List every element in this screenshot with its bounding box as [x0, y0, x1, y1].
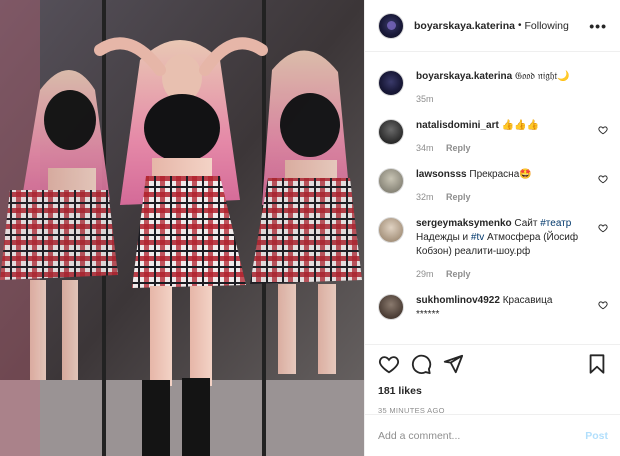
share-paper-plane-icon[interactable]	[442, 353, 464, 375]
like-heart-icon[interactable]	[378, 353, 400, 375]
separator-dot: •	[517, 20, 522, 31]
like-heart-icon[interactable]	[598, 174, 608, 184]
comment-text: 👍👍👍	[501, 120, 539, 131]
reply-button[interactable]: Reply	[446, 143, 471, 153]
caption-time[interactable]: 35m	[416, 94, 434, 104]
more-options-icon[interactable]: •••	[589, 18, 607, 34]
header-username[interactable]: boyarskaya.katerina	[414, 20, 515, 32]
hashtag-link[interactable]: #театр	[540, 218, 571, 229]
comment-text-pre: Сайт	[514, 218, 541, 229]
comment-avatar[interactable]	[378, 168, 404, 194]
post-header: boyarskaya.katerina • Following •••	[365, 0, 620, 52]
caption-body: boyarskaya.katerina 𝔊𝔬𝔬𝔡 𝔫𝔦𝔤𝔥𝔱🌙 35m	[416, 70, 596, 106]
comment-username[interactable]: natalisdomini_art	[416, 120, 499, 131]
list-item: sukhomlinov4922 Красавица ******	[378, 294, 608, 322]
caption-text: 𝔊𝔬𝔬𝔡 𝔫𝔦𝔤𝔥𝔱🌙	[514, 71, 570, 82]
comment-time[interactable]: 29m	[416, 269, 434, 279]
comment-body: sukhomlinov4922 Красавица ******	[416, 294, 596, 322]
follow-status[interactable]: Following	[525, 20, 569, 32]
post-actions: 181 likes 35 MINUTES AGO	[365, 344, 620, 415]
list-item: lawsonsss Прекрасна🤩 32m Reply	[378, 168, 608, 204]
comment-bubble-icon[interactable]	[410, 353, 432, 375]
comment-meta: 34m Reply	[416, 141, 596, 155]
comment-time[interactable]: 34m	[416, 143, 434, 153]
add-comment-bar: Post	[365, 414, 620, 456]
action-bar	[378, 353, 608, 375]
reply-button[interactable]: Reply	[446, 269, 471, 279]
avatar[interactable]	[378, 12, 404, 39]
bookmark-icon[interactable]	[586, 353, 608, 375]
comment-avatar[interactable]	[378, 217, 404, 243]
comment-text-mid: Надежды и	[416, 232, 471, 243]
comment-username[interactable]: lawsonsss	[416, 169, 467, 180]
list-item: sergeymaksymenko Сайт #театр Надежды и #…	[378, 217, 608, 281]
like-heart-icon[interactable]	[598, 223, 608, 233]
comment-username[interactable]: sergeymaksymenko	[416, 218, 512, 229]
comment-meta: 32m Reply	[416, 190, 596, 204]
post-comment-button[interactable]: Post	[585, 430, 608, 442]
post-image[interactable]	[0, 0, 364, 456]
like-heart-icon[interactable]	[598, 300, 608, 310]
caption-meta: 35m	[416, 92, 596, 106]
comment-body: natalisdomini_art 👍👍👍 34m Reply	[416, 119, 596, 155]
post-photo	[0, 0, 364, 456]
comments-list[interactable]: boyarskaya.katerina 𝔊𝔬𝔬𝔡 𝔫𝔦𝔤𝔥𝔱🌙 35m nata…	[365, 53, 620, 343]
likes-count[interactable]: 181 likes	[378, 385, 608, 397]
comment-username[interactable]: sukhomlinov4922	[416, 295, 500, 306]
caption-username[interactable]: boyarskaya.katerina	[416, 71, 512, 82]
comment-meta: 29m Reply	[416, 267, 596, 281]
list-item: natalisdomini_art 👍👍👍 34m Reply	[378, 119, 608, 155]
post-side-panel: boyarskaya.katerina • Following ••• boya…	[364, 0, 620, 456]
comment-avatar[interactable]	[378, 119, 404, 145]
comment-avatar[interactable]	[378, 294, 404, 320]
comment-time[interactable]: 32m	[416, 192, 434, 202]
comment-text: Красавица	[502, 295, 553, 306]
comment-input[interactable]	[378, 429, 586, 442]
caption-comment: boyarskaya.katerina 𝔊𝔬𝔬𝔡 𝔫𝔦𝔤𝔥𝔱🌙 35m	[378, 70, 608, 106]
comment-body: lawsonsss Прекрасна🤩 32m Reply	[416, 168, 596, 204]
comment-text: Прекрасна🤩	[469, 169, 532, 180]
hashtag-link[interactable]: #tv	[471, 232, 484, 243]
reply-button[interactable]: Reply	[446, 192, 471, 202]
comment-text-continued: ******	[416, 309, 440, 320]
like-heart-icon[interactable]	[598, 125, 608, 135]
comment-body: sergeymaksymenko Сайт #театр Надежды и #…	[416, 217, 596, 281]
caption-avatar[interactable]	[378, 70, 404, 96]
